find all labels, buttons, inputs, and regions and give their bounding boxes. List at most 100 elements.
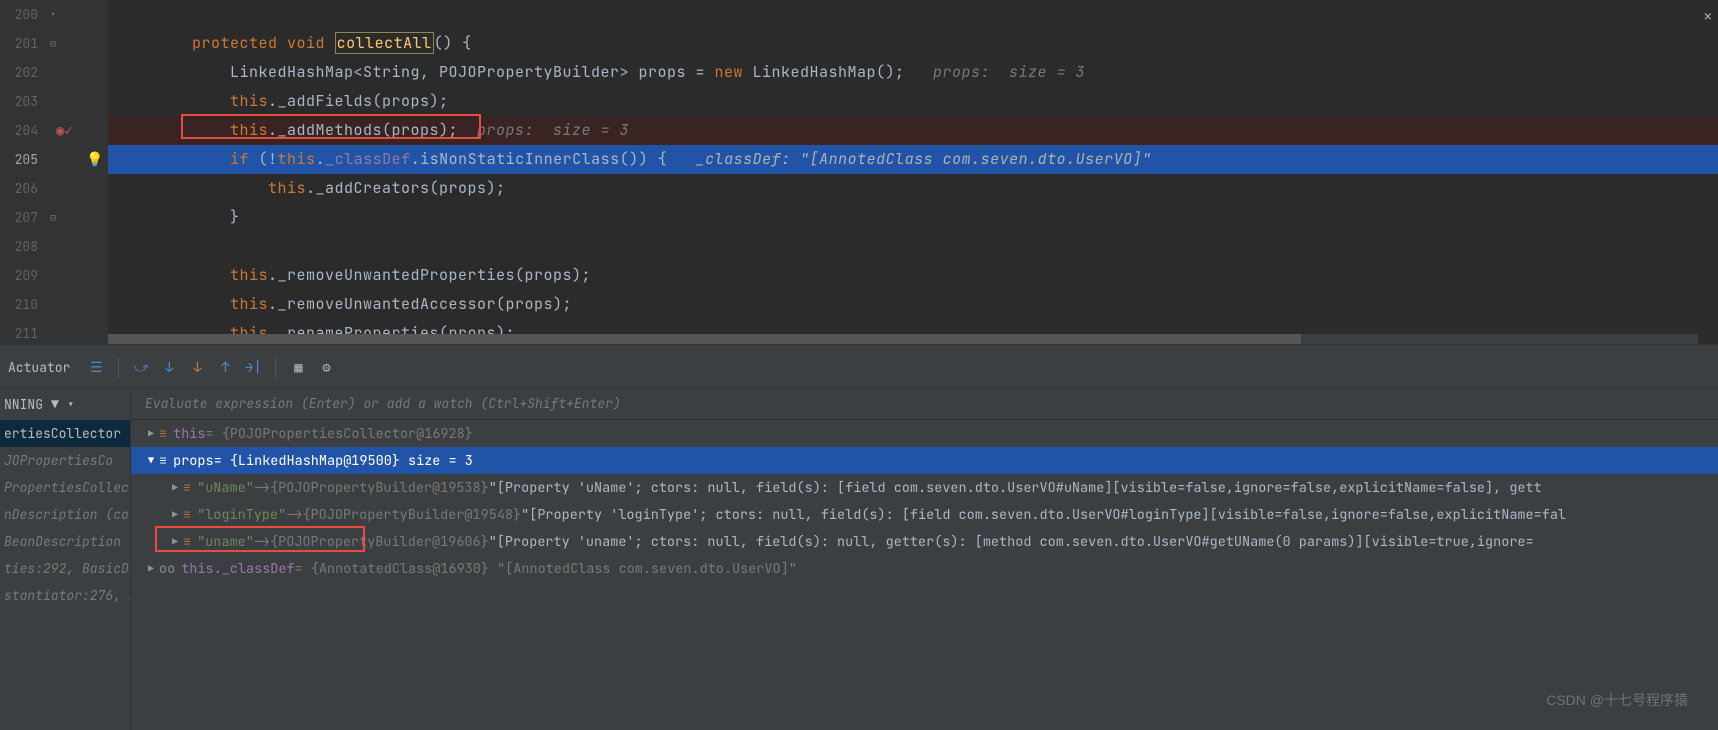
code-text (116, 265, 230, 285)
keyword: this (268, 178, 306, 198)
horizontal-scrollbar[interactable] (108, 334, 1698, 344)
code-text: . (316, 149, 326, 169)
settings-icon[interactable]: ⚙ (314, 356, 338, 380)
collapse-icon[interactable]: ▼ (143, 454, 159, 467)
fold-icon[interactable]: ▾ (50, 8, 56, 21)
object-addr: {POJOPropertyBuilder@19538} (270, 479, 489, 497)
variable-row[interactable]: ▶oothis._classDef = {AnnotatedClass@1693… (131, 555, 1718, 582)
frames-panel: NNING ▼ ▾ ertiesCollector ( JOProperties… (0, 388, 130, 730)
watch-icon: oo (159, 560, 175, 578)
code-content[interactable]: protected void collectAll() { LinkedHash… (108, 0, 1718, 344)
code-text (116, 178, 268, 198)
object-icon: ≡ (183, 479, 191, 497)
keyword: if (230, 149, 249, 169)
evaluate-input[interactable]: Evaluate expression (Enter) or add a wat… (131, 388, 1718, 420)
highlight-box (181, 114, 481, 139)
code-text: ._addCreators(props); (306, 178, 506, 198)
code-text: ._removeUnwantedProperties(props); (268, 265, 591, 285)
scrollbar-thumb[interactable] (108, 334, 1301, 344)
breakpoint-icon[interactable]: ◉✓ (56, 122, 73, 140)
line-number: 200 (0, 6, 44, 23)
stack-frame[interactable]: nDescription (co (0, 501, 130, 528)
code-editor[interactable]: 200 ▾ 201 ⊟ 202 203 204 ◉✓ 205 💡 206 207 ⊟ 20… (0, 0, 1718, 344)
keyword: new (715, 62, 744, 82)
object-addr: {POJOPropertyBuilder@19548} (302, 506, 521, 524)
map-entry-row[interactable]: ▶≡ "uName" -> {POJOPropertyBuilder@19538}… (131, 474, 1718, 501)
step-into-icon[interactable]: ↓ (157, 356, 181, 380)
map-key: "uName" (197, 479, 254, 497)
threads-icon[interactable]: ☰ (84, 356, 108, 380)
fold-icon[interactable]: ⊟ (50, 211, 56, 224)
arrow-text: -> (254, 479, 270, 497)
line-number: 208 (0, 238, 44, 255)
var-value: = {LinkedHashMap@19500} size = 3 (214, 452, 473, 470)
method-name: collectAll (335, 32, 434, 54)
var-name: props (173, 452, 214, 470)
keyword: this (230, 91, 268, 111)
line-number: 202 (0, 64, 44, 81)
stack-frame[interactable]: ties:292, BasicDe (0, 555, 130, 582)
code-text: .isNonStaticInnerClass()) { (411, 149, 696, 169)
close-icon[interactable]: ✕ (1704, 8, 1712, 26)
inline-hint: props: size = 3 (477, 120, 629, 140)
var-value: "[Property 'loginType'; ctors: null, fie… (521, 506, 1566, 524)
variables-panel: Evaluate expression (Enter) or add a wat… (130, 388, 1718, 730)
chevron-down-icon[interactable]: ▾ (67, 396, 75, 413)
stack-frame[interactable]: BeanDescription (0, 528, 130, 555)
code-text: ._removeUnwantedAccessor(props); (268, 294, 572, 314)
variable-row[interactable]: ▼≡props = {LinkedHashMap@19500} size = 3 (131, 447, 1718, 474)
evaluate-icon[interactable]: ▦ (286, 356, 310, 380)
debug-toolbar: Actuator ☰ ⤻ ↓ ↓ ↑ →| ▦ ⚙ (0, 348, 1718, 388)
stack-frame[interactable]: PropertiesCollec (0, 474, 130, 501)
var-value: "[Property 'uname'; ctors: null, field(s… (489, 533, 1534, 551)
expand-icon[interactable]: ▶ (143, 427, 159, 440)
intention-bulb-icon[interactable]: 💡 (86, 151, 103, 169)
gutter: 200 ▾ 201 ⊟ 202 203 204 ◉✓ 205 💡 206 207 ⊟ 20… (0, 0, 108, 344)
inline-hint: _classDef: "[AnnotedClass com.seven.dto.… (696, 149, 1152, 169)
code-text: () { (434, 33, 472, 53)
force-step-into-icon[interactable]: ↓ (185, 356, 209, 380)
watermark: CSDN @十七号程序猿 (1546, 690, 1688, 710)
keyword: this (230, 294, 268, 314)
stack-frame[interactable]: JOPropertiesCo (0, 447, 130, 474)
line-number: 209 (0, 267, 44, 284)
object-icon: ≡ (159, 425, 167, 443)
step-over-icon[interactable]: ⤻ (129, 356, 153, 380)
thread-status: NNING (4, 396, 43, 413)
code-text: LinkedHashMap(); (743, 62, 933, 82)
var-value: = {AnnotatedClass@16930} "[AnnotedClass … (295, 560, 797, 578)
step-out-icon[interactable]: ↑ (213, 356, 237, 380)
code-text (116, 91, 230, 111)
fold-icon[interactable]: ⊟ (50, 37, 56, 50)
var-name: this (173, 425, 205, 443)
line-number: 207 (0, 209, 44, 226)
code-text: } (116, 207, 240, 227)
variable-row[interactable]: ▶≡ this = {POJOPropertiesCollector@16928} (131, 420, 1718, 447)
line-number: 210 (0, 296, 44, 313)
map-entry-row[interactable]: ▶≡"loginType" -> {POJOPropertyBuilder@19… (131, 501, 1718, 528)
line-number: 201 (0, 35, 44, 52)
expand-icon[interactable]: ▶ (143, 562, 159, 575)
highlight-box (155, 526, 365, 552)
line-number: 206 (0, 180, 44, 197)
code-text: ._addFields(props); (268, 91, 449, 111)
inline-hint: props: size = 3 (933, 62, 1085, 82)
actuator-label: Actuator (8, 359, 70, 376)
code-text (116, 149, 230, 169)
var-value: = {POJOPropertiesCollector@16928} (206, 425, 473, 443)
var-value: "[Property 'uName'; ctors: null, field(s… (489, 479, 1542, 497)
object-icon: ≡ (183, 506, 191, 524)
run-to-cursor-icon[interactable]: →| (241, 356, 265, 380)
map-entry-row[interactable]: ▶≡"uname" -> {POJOPropertyBuilder@19606}… (131, 528, 1718, 555)
code-text: LinkedHashMap<String, POJOPropertyBuilde… (116, 62, 715, 82)
map-key: "loginType" (197, 506, 286, 524)
line-number: 205 (0, 151, 44, 168)
line-number: 203 (0, 93, 44, 110)
stack-frame[interactable]: stantiator:276, B (0, 582, 130, 609)
field-ref: _classDef (325, 149, 411, 169)
line-number: 204 (0, 122, 44, 139)
stack-frame[interactable]: ertiesCollector ( (0, 420, 130, 447)
filter-icon[interactable]: ▼ (51, 396, 59, 413)
expand-icon[interactable]: ▶ (167, 508, 183, 521)
expand-icon[interactable]: ▶ (167, 481, 183, 494)
